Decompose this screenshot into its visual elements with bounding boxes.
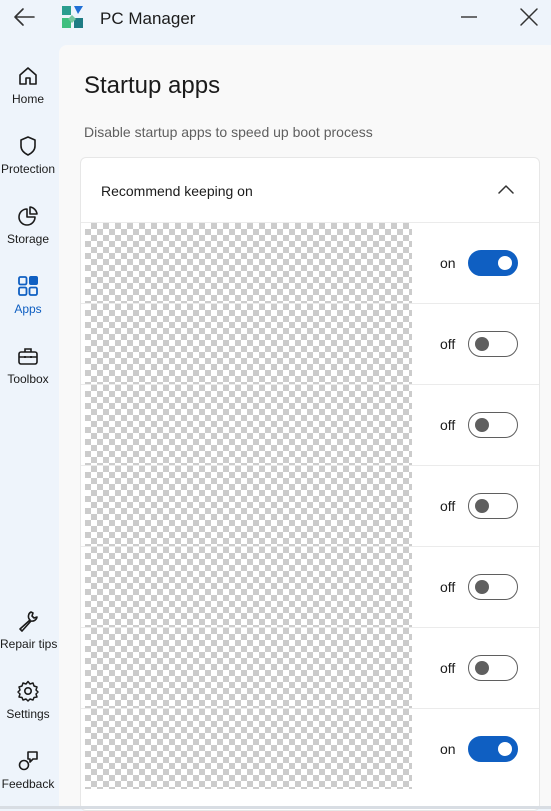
startup-app-row: off [81,304,539,385]
toggle-knob [475,499,489,513]
page-title: Startup apps [84,72,221,99]
app-image-placeholder [85,304,412,384]
sidebar-item-label: Feedback [1,777,55,791]
app-image-placeholder [85,628,412,708]
toggle-knob [475,661,489,675]
sidebar-item-label: Repair tips [0,637,58,651]
pc-manager-logo-icon [62,6,83,28]
chevron-up-icon[interactable] [497,182,515,196]
sidebar-item-label: Settings [6,707,50,721]
startup-toggle[interactable] [468,250,518,276]
section-header-recommend-keeping-on[interactable]: Recommend keeping on [81,158,539,223]
sidebar: Home Protection Storage Apps Toolbox Rep… [0,46,58,809]
main-content: Startup apps Disable startup apps to spe… [59,45,551,811]
sidebar-item-apps[interactable]: Apps [0,274,56,334]
pie-chart-icon [18,206,38,226]
toggle-knob [498,256,512,270]
sidebar-item-storage[interactable]: Storage [0,204,56,264]
back-arrow-icon[interactable] [10,4,38,30]
sidebar-item-label: Storage [6,232,50,246]
startup-toggle[interactable] [468,574,518,600]
startup-app-row: off [81,547,539,628]
toggle-knob [475,580,489,594]
startup-app-row: off [81,385,539,466]
startup-app-row: off [81,466,539,547]
toggle-state-label: off [440,498,456,514]
startup-app-row: on [81,223,539,304]
sidebar-item-repair-tips[interactable]: Repair tips [0,609,58,669]
page-subtitle: Disable startup apps to speed up boot pr… [84,124,373,140]
gear-icon [17,680,39,702]
app-image-placeholder [85,385,412,465]
startup-toggle[interactable] [468,331,518,357]
toggle-state-label: off [440,417,456,433]
app-image-placeholder [85,466,412,546]
startup-toggle[interactable] [468,493,518,519]
startup-app-row: off [81,628,539,709]
toggle-knob [475,337,489,351]
startup-toggle[interactable] [468,655,518,681]
title-bar: PC Manager [0,0,551,36]
section-header-label: Recommend keeping on [101,183,253,199]
sidebar-item-protection[interactable]: Protection [0,134,56,194]
startup-app-list: on off off off off off on [81,223,539,789]
sidebar-item-feedback[interactable]: Feedback [0,749,56,809]
sidebar-item-label: Apps [14,302,42,316]
sidebar-item-home[interactable]: Home [0,64,56,124]
toolbox-icon [18,348,38,365]
toggle-state-label: off [440,336,456,352]
apps-icon [18,276,38,296]
toggle-knob [475,418,489,432]
sidebar-item-label: Toolbox [7,372,49,386]
startup-apps-card: Recommend keeping on on off off off off … [80,157,540,811]
startup-toggle[interactable] [468,736,518,762]
toggle-state-label: off [440,579,456,595]
wrench-icon [19,611,38,632]
sidebar-item-toolbox[interactable]: Toolbox [0,344,56,404]
app-image-placeholder [85,223,412,303]
app-image-placeholder [85,547,412,627]
startup-app-row: on [81,709,539,789]
minimize-icon[interactable] [458,6,480,28]
startup-toggle[interactable] [468,412,518,438]
toggle-state-label: off [440,660,456,676]
app-image-placeholder [85,709,412,789]
toggle-knob [498,742,512,756]
sidebar-item-label: Home [11,92,44,106]
feedback-icon [18,751,38,771]
toggle-state-label: on [440,741,456,757]
sidebar-item-label: Protection [0,162,56,176]
close-icon[interactable] [516,4,542,30]
shield-icon [20,136,36,156]
toggle-state-label: on [440,255,456,271]
home-icon [19,67,37,85]
sidebar-item-settings[interactable]: Settings [0,679,56,739]
app-title: PC Manager [100,9,196,28]
